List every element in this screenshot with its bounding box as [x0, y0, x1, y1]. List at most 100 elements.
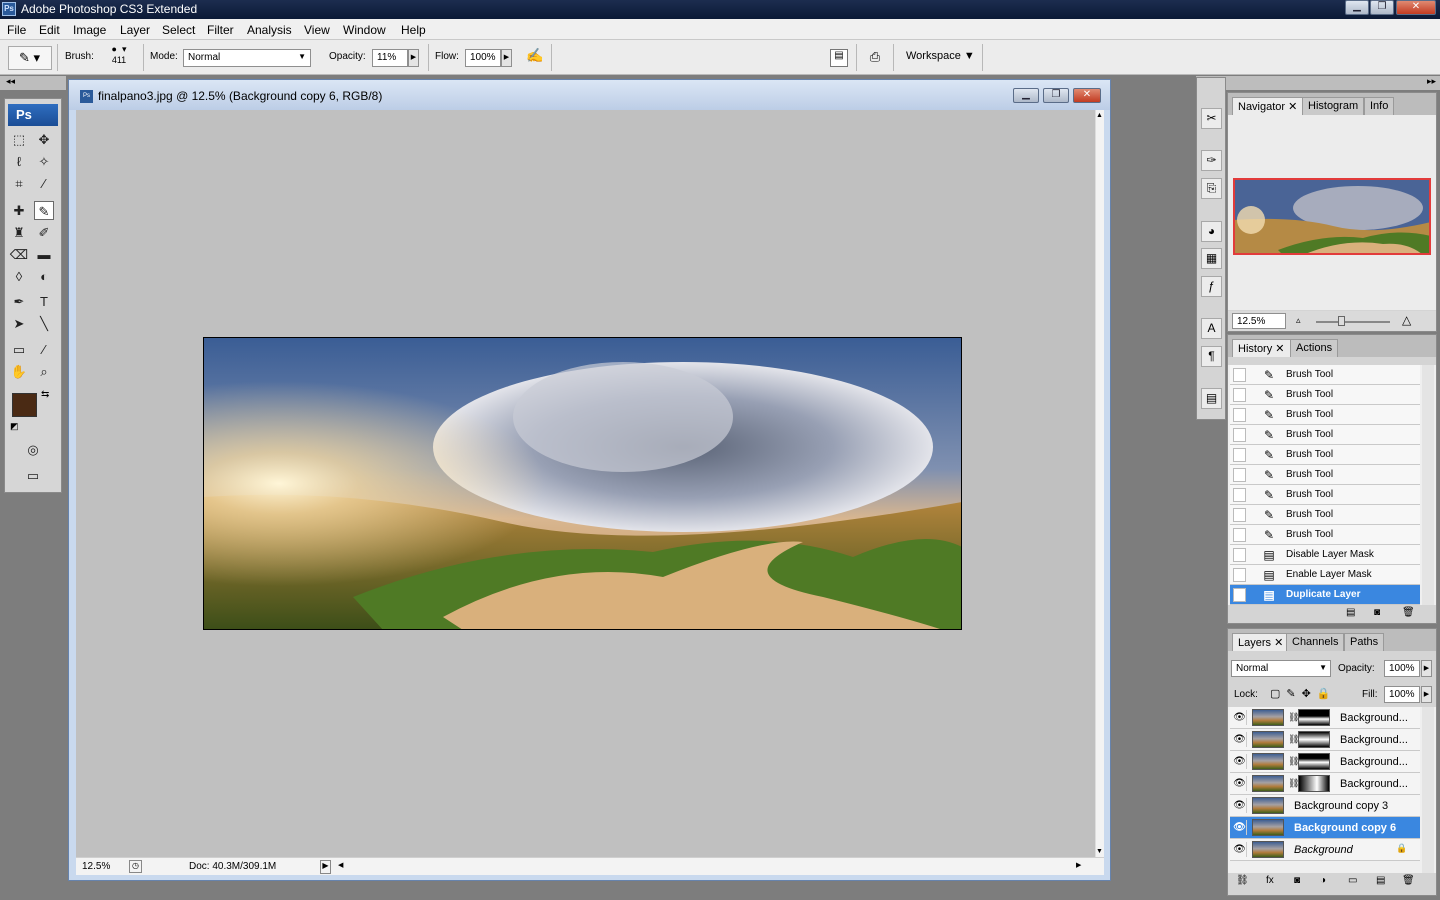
history-brush-tool-icon[interactable]: ✐ — [34, 223, 54, 242]
history-item[interactable]: ▤ Enable Layer Mask — [1230, 565, 1420, 585]
visibility-eye-icon[interactable]: 👁 — [1233, 820, 1247, 835]
layer-mask-thumbnail[interactable] — [1298, 709, 1330, 726]
menu-select[interactable]: Select — [162, 23, 195, 37]
add-mask-icon[interactable]: ◙ — [1294, 875, 1300, 886]
tab-layers[interactable]: Layers ✕ — [1232, 633, 1290, 651]
trash-icon[interactable]: 🗑 — [1402, 607, 1415, 618]
swap-colors-icon[interactable]: ⇆ — [41, 389, 49, 400]
tab-navigator[interactable]: Navigator ✕ — [1232, 97, 1304, 115]
restore-button[interactable]: ❐ — [1370, 0, 1394, 15]
history-source-checkbox[interactable] — [1233, 448, 1246, 462]
history-source-checkbox[interactable] — [1233, 568, 1246, 582]
mode-select[interactable]: Normal ▼ — [183, 49, 311, 67]
menu-image[interactable]: Image — [73, 23, 106, 37]
history-item[interactable]: ✎ Brush Tool — [1230, 405, 1420, 425]
history-item[interactable]: ✎ Brush Tool — [1230, 365, 1420, 385]
history-source-checkbox[interactable] — [1233, 408, 1246, 422]
new-layer-icon[interactable]: ▤ — [1376, 875, 1385, 886]
tab-histogram[interactable]: Histogram — [1302, 97, 1365, 115]
visibility-eye-icon[interactable]: 👁 — [1233, 842, 1247, 857]
toolbox-collapse-bar[interactable]: ◂◂ — [0, 76, 66, 90]
lasso-tool-icon[interactable]: ℓ — [9, 152, 29, 171]
panorama-image[interactable] — [203, 337, 962, 630]
tab-history[interactable]: History ✕ — [1232, 339, 1291, 357]
history-source-checkbox[interactable] — [1233, 588, 1246, 602]
snapshot-icon[interactable]: ◙ — [1374, 607, 1380, 618]
history-item[interactable]: ▤ Disable Layer Mask — [1230, 545, 1420, 565]
history-item[interactable]: ▤ Duplicate Layer — [1230, 585, 1420, 605]
clone-stamp-tool-icon[interactable]: ♜ — [9, 223, 29, 242]
fill-input[interactable]: 100% — [1384, 686, 1420, 703]
menu-window[interactable]: Window — [343, 23, 386, 37]
screen-mode-icon[interactable]: ▭ — [23, 466, 43, 485]
layer-row[interactable]: 👁 ⛓ Background... — [1230, 707, 1420, 729]
layer-row[interactable]: 👁 Background copy 6 — [1230, 817, 1420, 839]
fill-arrow[interactable]: ▶ — [1421, 686, 1432, 703]
flow-input[interactable]: 100% — [465, 49, 501, 67]
history-item[interactable]: ✎ Brush Tool — [1230, 485, 1420, 505]
menu-layer[interactable]: Layer — [120, 23, 150, 37]
dodge-tool-icon[interactable]: ◐ — [34, 267, 54, 286]
zoom-out-icon[interactable]: ▵ — [1296, 315, 1301, 326]
layer-style-icon[interactable]: fx — [1266, 875, 1274, 886]
scroll-up-icon[interactable]: ▲ — [1096, 112, 1103, 119]
history-item[interactable]: ✎ Brush Tool — [1230, 425, 1420, 445]
airbrush-icon[interactable]: ✍ — [524, 47, 546, 67]
history-source-checkbox[interactable] — [1233, 548, 1246, 562]
move-tool-icon[interactable]: ✥ — [34, 130, 54, 149]
doc-close-button[interactable]: ✕ — [1073, 88, 1101, 103]
pen-tool-icon[interactable]: ✒ — [9, 292, 29, 311]
menu-edit[interactable]: Edit — [39, 23, 60, 37]
doc-minimize-button[interactable]: ▁ — [1013, 88, 1039, 103]
character-icon[interactable]: A — [1201, 318, 1222, 339]
tab-channels[interactable]: Channels — [1286, 633, 1345, 651]
notes-icon[interactable]: ▤ — [1201, 388, 1222, 409]
blur-tool-icon[interactable]: ◊ — [9, 267, 29, 286]
status-arrow-icon[interactable]: ▶ — [320, 860, 331, 874]
quick-mask-icon[interactable]: ◎ — [23, 440, 43, 459]
visibility-eye-icon[interactable]: 👁 — [1233, 776, 1247, 791]
crop-tool-icon[interactable]: ⌗ — [9, 174, 29, 193]
visibility-eye-icon[interactable]: 👁 — [1233, 710, 1247, 725]
layer-mask-thumbnail[interactable] — [1298, 731, 1330, 748]
notes-tool-icon[interactable]: ▭ — [9, 340, 29, 359]
vertical-scrollbar[interactable]: ▲ ▼ — [1095, 110, 1104, 857]
flow-slider-arrow[interactable]: ▶ — [501, 49, 512, 67]
type-tool-icon[interactable]: T — [34, 292, 54, 311]
history-source-checkbox[interactable] — [1233, 388, 1246, 402]
eraser-tool-icon[interactable]: ⌫ — [9, 245, 29, 264]
brush-tool-icon[interactable]: ✎ — [34, 201, 54, 220]
scroll-right-icon[interactable]: ▶ — [1076, 861, 1081, 869]
tab-info[interactable]: Info — [1364, 97, 1395, 115]
zoom-slider-thumb[interactable] — [1338, 316, 1345, 326]
scroll-left-icon[interactable]: ◀ — [338, 861, 343, 869]
canvas-area[interactable] — [76, 110, 1095, 857]
opacity-slider-arrow[interactable]: ▶ — [408, 49, 419, 67]
document-title-bar[interactable]: Ps finalpano3.jpg @ 12.5% (Background co… — [69, 80, 1110, 110]
layer-row[interactable]: 👁 Background 🔒 — [1230, 839, 1420, 861]
scroll-down-icon[interactable]: ▼ — [1096, 848, 1103, 855]
default-colors-icon[interactable]: ◩ — [10, 421, 19, 432]
history-source-checkbox[interactable] — [1233, 488, 1246, 502]
healing-brush-tool-icon[interactable]: ✚ — [9, 201, 29, 220]
lock-icons[interactable]: ▢✎✥🔒 — [1270, 687, 1337, 700]
menu-file[interactable]: File — [7, 23, 26, 37]
blend-mode-select[interactable]: Normal ▼ — [1231, 660, 1331, 677]
line-tool-icon[interactable]: ╲ — [34, 314, 54, 333]
history-source-checkbox[interactable] — [1233, 368, 1246, 382]
new-document-icon[interactable]: ▤ — [1346, 607, 1355, 618]
bridge-icon[interactable]: ⎙ — [864, 49, 886, 67]
eyedropper-tool-icon[interactable]: ⁄ — [34, 340, 54, 359]
visibility-eye-icon[interactable]: 👁 — [1233, 798, 1247, 813]
layers-scrollbar[interactable] — [1422, 707, 1434, 873]
slice-tool-icon[interactable]: ⁄ — [34, 174, 54, 193]
layer-row[interactable]: 👁 ⛓ Background... — [1230, 729, 1420, 751]
visibility-eye-icon[interactable]: 👁 — [1233, 732, 1247, 747]
history-item[interactable]: ✎ Brush Tool — [1230, 385, 1420, 405]
delete-layer-icon[interactable]: 🗑 — [1402, 875, 1415, 886]
marquee-tool-icon[interactable]: ⬚ — [9, 130, 29, 149]
history-source-checkbox[interactable] — [1233, 428, 1246, 442]
layer-opacity-arrow[interactable]: ▶ — [1421, 660, 1432, 677]
history-source-checkbox[interactable] — [1233, 508, 1246, 522]
zoom-field[interactable]: 12.5% — [82, 861, 122, 872]
